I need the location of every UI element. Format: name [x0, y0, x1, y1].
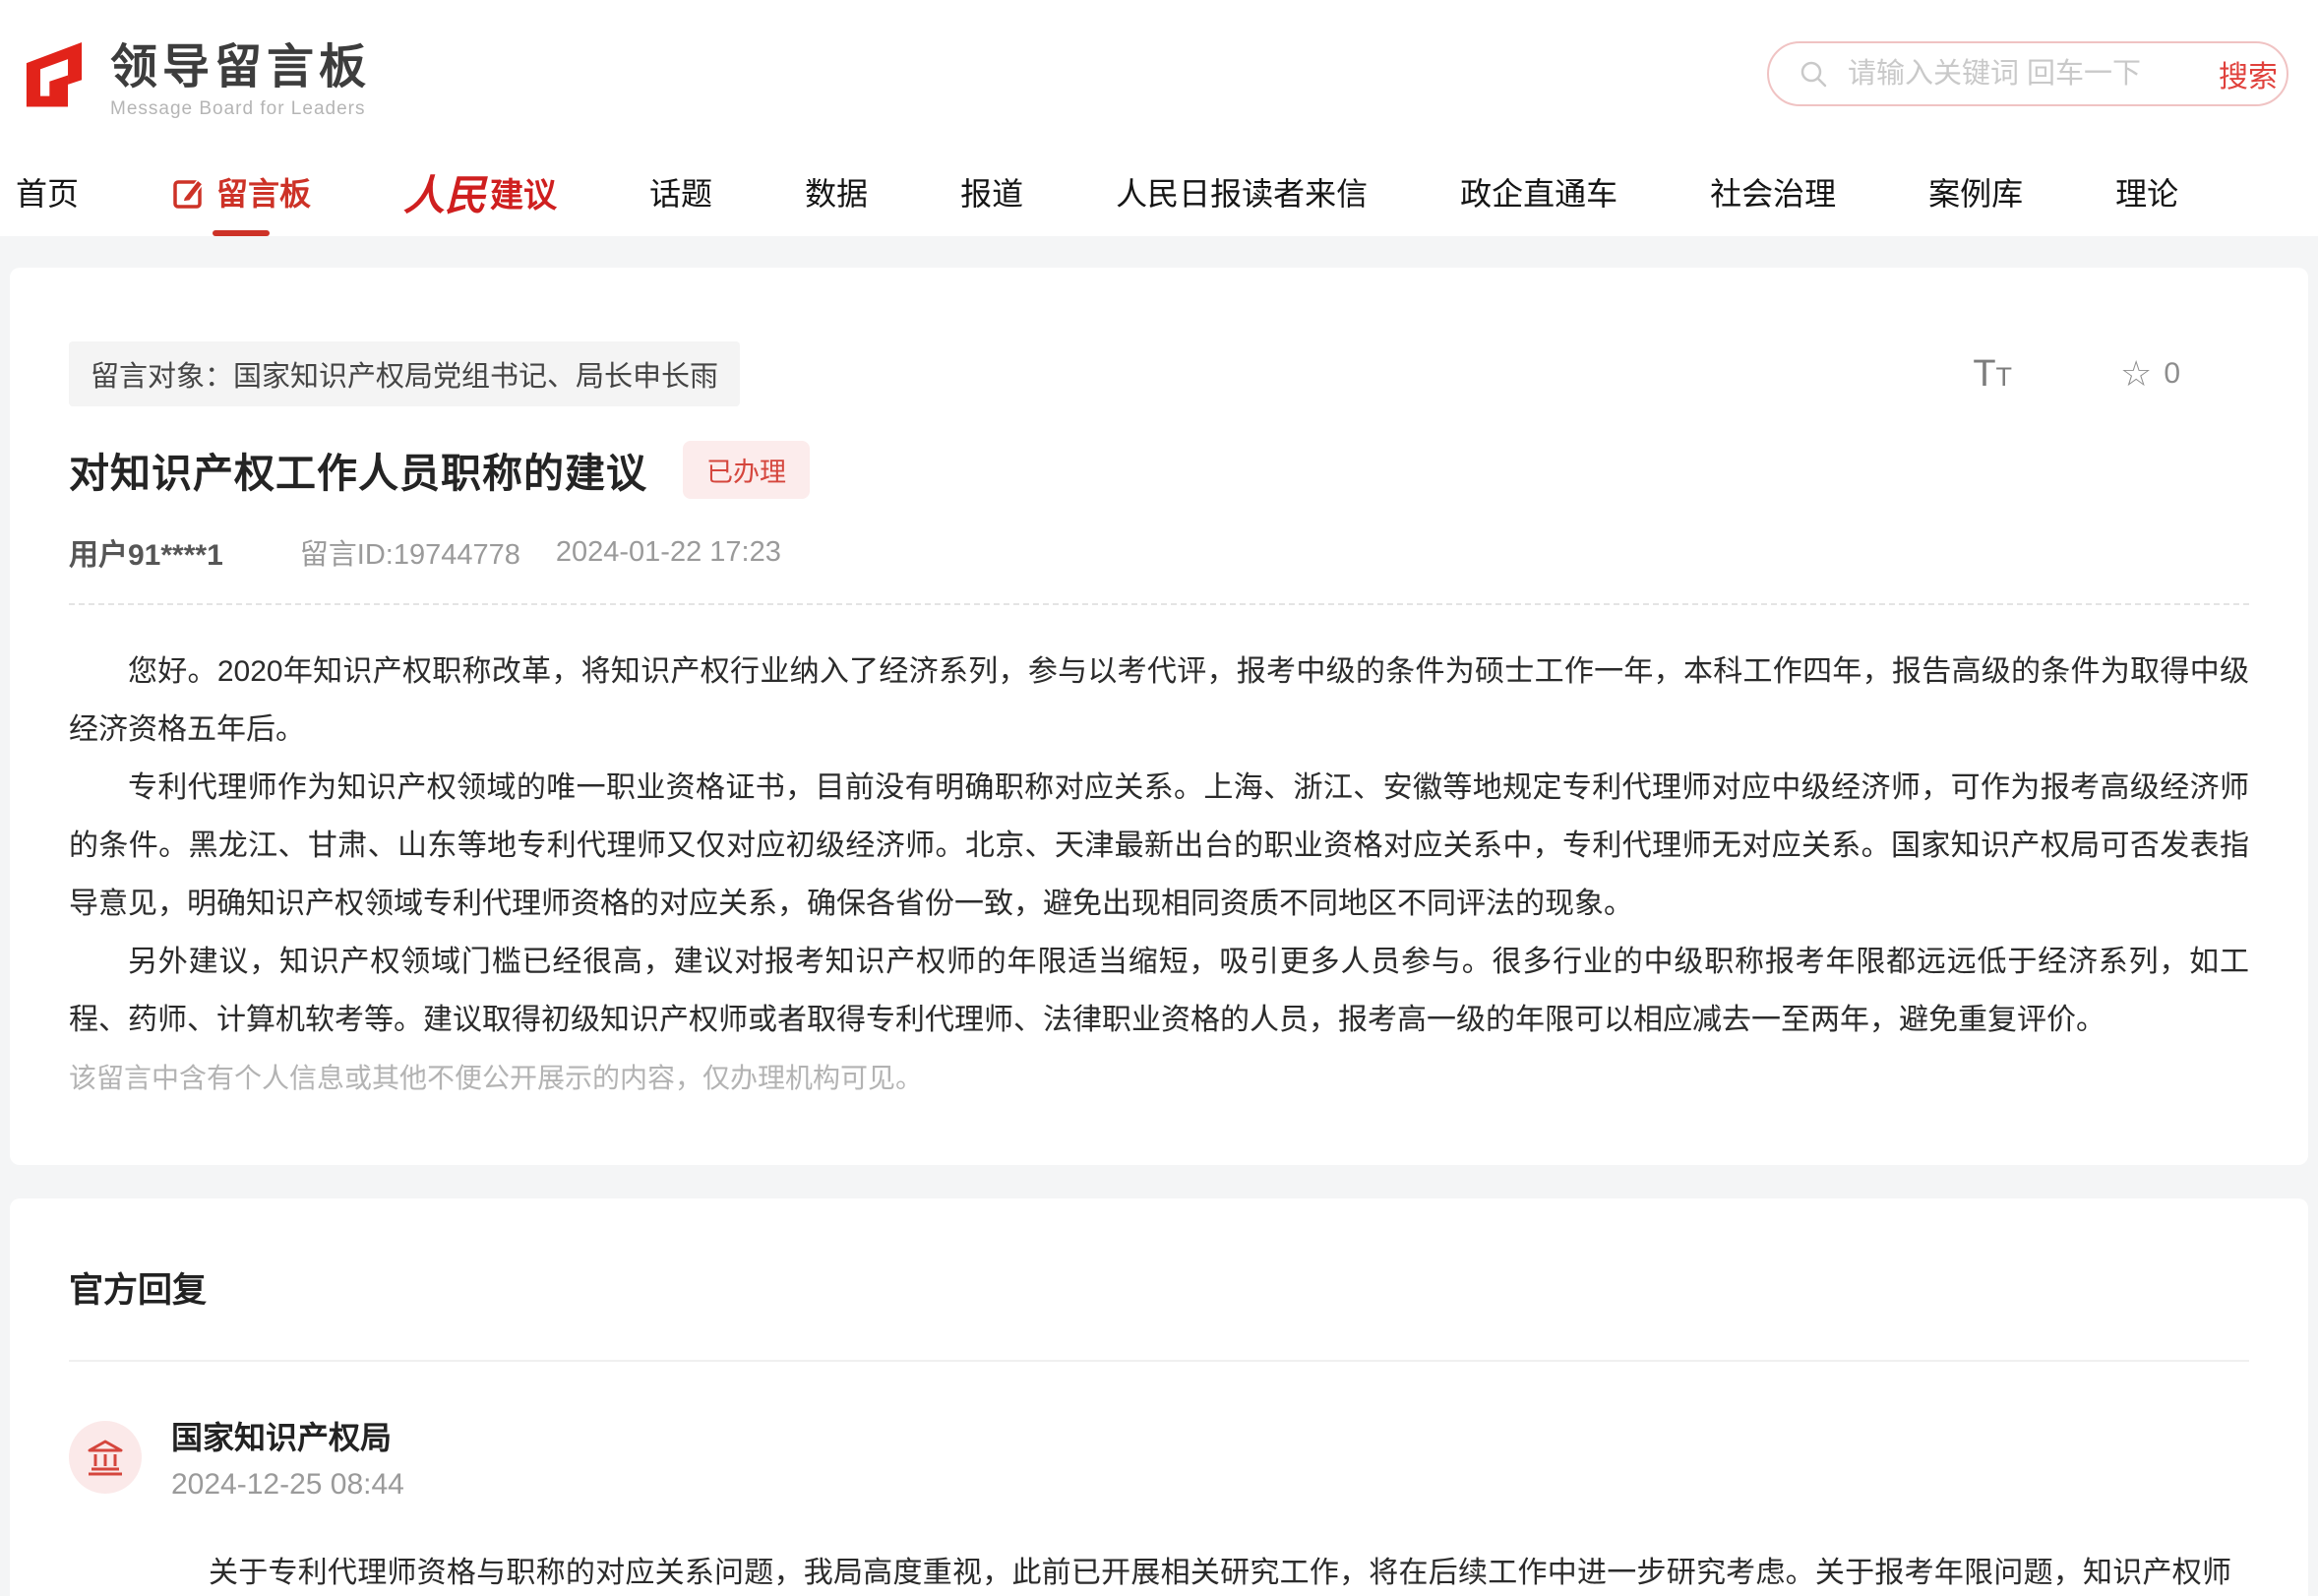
- message-card: 留言对象：国家知识产权局党组书记、局长申长雨 TT ☆ 0 对知识产权工作人员职…: [10, 268, 2308, 1165]
- government-building-icon: [85, 1437, 126, 1478]
- message-paragraph-1: 您好。2020年知识产权职称改革，将知识产权行业纳入了经济系列，参与以考代评，报…: [69, 643, 2249, 759]
- edit-icon: [171, 174, 207, 210]
- nav-theory[interactable]: 理论: [2115, 148, 2178, 236]
- nav-social-governance[interactable]: 社会治理: [1710, 148, 1836, 236]
- dashed-divider: [69, 603, 2249, 605]
- logo-icon: [16, 35, 92, 112]
- nav-case-library[interactable]: 案例库: [1928, 148, 2023, 236]
- official-reply-card: 官方回复 国家知识产权局 2024-12-25 08:44 关于专利代理师资格与…: [10, 1198, 2308, 1596]
- site-title: 领导留言板: [110, 28, 371, 96]
- reply-content: 关于专利代理师资格与职称的对应关系问题，我局高度重视，此前已开展相关研究工作，将…: [150, 1545, 2231, 1596]
- favorite-count: 0: [2164, 357, 2180, 391]
- message-title: 对知识产权工作人员职称的建议: [69, 440, 647, 499]
- agency-name: 国家知识产权局: [171, 1413, 404, 1458]
- reply-section-title: 官方回复: [69, 1262, 2249, 1313]
- font-size-icon[interactable]: TT: [1973, 353, 2012, 396]
- message-paragraph-3: 另外建议，知识产权领域门槛已经很高，建议对报考知识产权师的年限适当缩短，吸引更多…: [69, 933, 2249, 1049]
- search-input[interactable]: [1848, 58, 2219, 91]
- message-paragraph-2: 专利代理师作为知识产权领域的唯一职业资格证书，目前没有明确职称对应关系。上海、浙…: [69, 759, 2249, 933]
- nav-message-board-label: 留言板: [216, 169, 311, 215]
- nav-message-board[interactable]: 留言板: [171, 148, 311, 236]
- site-logo[interactable]: 领导留言板 Message Board for Leaders: [16, 28, 371, 120]
- message-target-banner: 留言对象：国家知识产权局党组书记、局长申长雨: [69, 341, 740, 406]
- nav-active-underline: [213, 230, 270, 236]
- site-subtitle: Message Board for Leaders: [110, 98, 371, 120]
- agency-avatar: [69, 1421, 142, 1494]
- star-icon: ☆: [2120, 356, 2152, 392]
- search-button[interactable]: 搜索: [2219, 52, 2278, 95]
- message-user: 用户91****1: [69, 530, 223, 574]
- favorite-control[interactable]: ☆ 0: [2120, 356, 2180, 392]
- reply-divider: [69, 1360, 2249, 1362]
- nav-peoples-suggestion-bold: 建议: [490, 168, 557, 216]
- reply-time: 2024-12-25 08:44: [171, 1468, 404, 1502]
- message-body: 您好。2020年知识产权职称改革，将知识产权行业纳入了经济系列，参与以考代评，报…: [69, 643, 2249, 1096]
- nav-reader-letters[interactable]: 人民日报读者来信: [1116, 148, 1368, 236]
- search-icon: [1799, 59, 1828, 89]
- nav-topics[interactable]: 话题: [649, 148, 712, 236]
- search-box[interactable]: 搜索: [1767, 41, 2288, 106]
- main-nav: 首页 留言板 人民 建议 话题 数据 报道 人民日报读者来信 政企直通车 社会治…: [0, 148, 2318, 236]
- privacy-note: 该留言中含有个人信息或其他不便公开展示的内容，仅办理机构可见。: [69, 1057, 2249, 1096]
- nav-data[interactable]: 数据: [805, 148, 868, 236]
- message-id: 留言ID:19744778: [300, 531, 520, 573]
- font-size-icon-small: T: [1996, 362, 2013, 392]
- nav-peoples-suggestion[interactable]: 人民 建议: [403, 148, 557, 236]
- status-badge: 已办理: [683, 441, 810, 499]
- nav-home[interactable]: 首页: [16, 148, 79, 236]
- site-header: 领导留言板 Message Board for Leaders 搜索: [0, 0, 2318, 148]
- message-time: 2024-01-22 17:23: [556, 536, 781, 569]
- font-size-icon-big: T: [1973, 353, 1995, 395]
- nav-gov-enterprise[interactable]: 政企直通车: [1460, 148, 1617, 236]
- nav-peoples-suggestion-script: 人民: [403, 162, 486, 222]
- nav-reports[interactable]: 报道: [960, 148, 1023, 236]
